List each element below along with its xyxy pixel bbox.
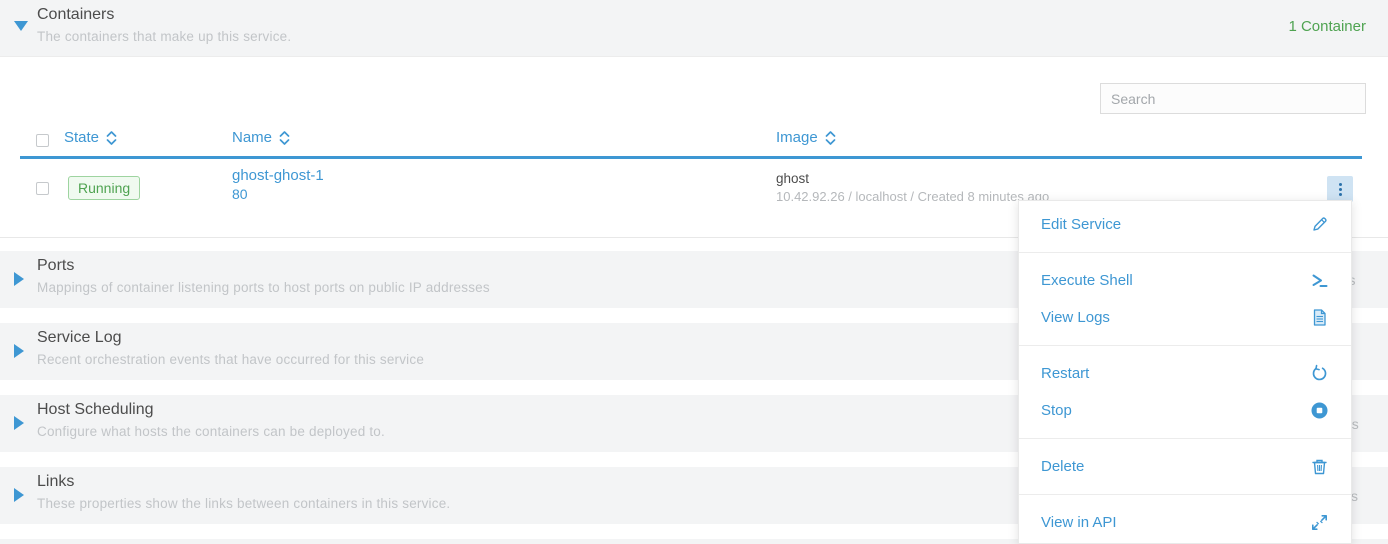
column-header-state[interactable]: State — [64, 129, 117, 146]
sort-icon — [279, 131, 290, 145]
sort-icon — [825, 131, 836, 145]
select-all-checkbox[interactable] — [36, 134, 49, 147]
row-actions-button[interactable] — [1327, 176, 1353, 202]
section-subtitle-links: These properties show the links between … — [37, 496, 450, 511]
pencil-icon — [1310, 215, 1329, 234]
menu-item-execute-shell[interactable]: Execute Shell — [1019, 262, 1351, 299]
row-actions-menu: Edit Service Execute Shell View Logs — [1018, 200, 1352, 544]
sort-icon — [106, 131, 117, 145]
section-subtitle-ports: Mappings of container listening ports to… — [37, 280, 490, 295]
menu-item-edit-service[interactable]: Edit Service — [1019, 206, 1351, 243]
section-subtitle-containers: The containers that make up this service… — [37, 29, 291, 44]
dots-vertical-icon — [1339, 183, 1342, 196]
expand-caret-icon[interactable] — [14, 272, 24, 286]
section-title-service-log: Service Log — [37, 329, 122, 347]
row-checkbox[interactable] — [36, 182, 49, 195]
image-details: 10.42.92.26 / localhost / Created 8 minu… — [776, 189, 1049, 204]
container-name-link[interactable]: ghost-ghost-1 — [232, 167, 324, 184]
menu-item-delete[interactable]: Delete — [1019, 448, 1351, 485]
menu-divider — [1019, 494, 1351, 495]
file-icon — [1310, 308, 1329, 327]
expand-caret-icon[interactable] — [14, 344, 24, 358]
column-header-image[interactable]: Image — [776, 129, 836, 146]
stop-icon — [1310, 401, 1329, 420]
terminal-icon — [1310, 271, 1329, 290]
section-title-containers: Containers — [37, 6, 114, 24]
section-title-links: Links — [37, 473, 74, 491]
menu-divider — [1019, 252, 1351, 253]
external-link-icon — [1310, 513, 1329, 532]
image-name: ghost — [776, 171, 1049, 186]
restart-icon — [1310, 364, 1329, 383]
containers-section-header[interactable]: Containers The containers that make up t… — [0, 0, 1388, 56]
image-cell: ghost 10.42.92.26 / localhost / Created … — [776, 171, 1049, 204]
section-title-ports: Ports — [37, 257, 74, 275]
column-header-name[interactable]: Name — [232, 129, 290, 146]
search-input[interactable] — [1100, 83, 1366, 114]
page: Containers The containers that make up t… — [0, 0, 1388, 544]
container-count-badge: 1 Container — [1288, 18, 1366, 35]
section-subtitle-service-log: Recent orchestration events that have oc… — [37, 352, 424, 367]
menu-divider — [1019, 438, 1351, 439]
menu-divider — [1019, 345, 1351, 346]
section-subtitle-host-scheduling: Configure what hosts the containers can … — [37, 424, 385, 439]
section-title-host-scheduling: Host Scheduling — [37, 401, 154, 419]
expand-caret-icon[interactable] — [14, 416, 24, 430]
menu-item-restart[interactable]: Restart — [1019, 355, 1351, 392]
menu-item-view-logs[interactable]: View Logs — [1019, 299, 1351, 336]
menu-item-view-in-api[interactable]: View in API — [1019, 504, 1351, 541]
collapse-caret-icon[interactable] — [14, 21, 28, 31]
menu-item-stop[interactable]: Stop — [1019, 392, 1351, 429]
status-badge: Running — [68, 176, 140, 200]
trash-icon — [1310, 457, 1329, 476]
table-header-rule — [20, 156, 1362, 159]
container-port: 80 — [232, 186, 324, 202]
expand-caret-icon[interactable] — [14, 488, 24, 502]
name-cell: ghost-ghost-1 80 — [232, 167, 324, 202]
